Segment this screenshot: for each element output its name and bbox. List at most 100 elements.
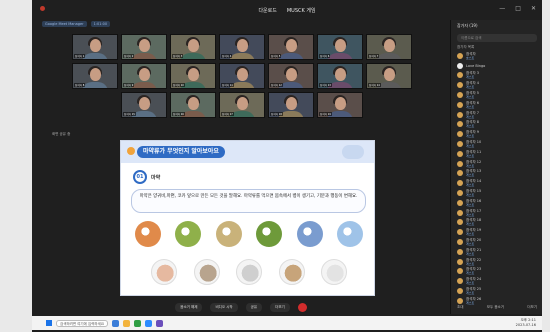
panel-more-button[interactable]: 더보기 bbox=[527, 305, 537, 310]
participant-list-item[interactable]: 참석자 8 게스트 bbox=[457, 120, 539, 130]
browser-icon[interactable] bbox=[134, 319, 141, 327]
participant-tile[interactable]: 참석자 3 bbox=[170, 34, 216, 60]
participant-tile[interactable]: 참석자 13 bbox=[317, 63, 363, 89]
participant-face bbox=[236, 68, 248, 81]
participant-tile[interactable]: 참석자 18 bbox=[268, 92, 314, 118]
windows-start-icon[interactable] bbox=[46, 320, 52, 326]
participant-tile[interactable]: 참석자 16 bbox=[170, 92, 216, 118]
app-icon[interactable] bbox=[112, 319, 119, 327]
participant-body bbox=[278, 53, 304, 59]
participant-face bbox=[89, 39, 101, 52]
participant-tile[interactable]: 참석자 19 bbox=[317, 92, 363, 118]
zoom-window: 다운로드 MUSCK 게임 — □ ✕ Google Meet Manager … bbox=[32, 0, 542, 332]
participant-list: 참석자 호스트 Love Bingo 참석자 3 게스트 참석자 4 게스트 참석자 5 게스트… bbox=[457, 51, 539, 306]
meeting-controls: 음소거 해제 비디오 시작 공유 더보기 bbox=[32, 300, 450, 314]
participant-list-item[interactable]: Love Bingo bbox=[457, 61, 539, 71]
participant-list-item[interactable]: 참석자 5 게스트 bbox=[457, 90, 539, 100]
participant-name: 참석자 9 bbox=[123, 83, 135, 87]
participant-list-item[interactable]: 참석자 25 게스트 bbox=[457, 286, 539, 296]
participant-tile[interactable]: 참석자 7 bbox=[366, 34, 412, 60]
zoom-icon[interactable] bbox=[145, 319, 152, 327]
participant-list-role: 게스트 bbox=[466, 251, 475, 256]
participant-list-item[interactable]: 참석자 17 게스트 bbox=[457, 208, 539, 218]
participant-list-role: 게스트 bbox=[466, 134, 475, 139]
participant-search-input[interactable]: 이름으로 검색 bbox=[457, 34, 537, 42]
participant-face bbox=[236, 39, 248, 52]
cola-icon bbox=[151, 259, 177, 285]
participant-tile[interactable]: 참석자 5 bbox=[268, 34, 314, 60]
video-button[interactable]: 비디오 시작 bbox=[210, 302, 238, 312]
avatar bbox=[457, 229, 463, 236]
participant-list-item[interactable]: 참석자 22 게스트 bbox=[457, 257, 539, 267]
taskbar-search-input[interactable]: 검색하려면 여기에 입력하세요 bbox=[56, 319, 108, 327]
participant-name: 참석자 7 bbox=[368, 54, 380, 58]
minimize-button[interactable]: — bbox=[499, 5, 505, 12]
powder-icon bbox=[215, 221, 242, 247]
participant-tile[interactable]: 참석자 6 bbox=[317, 34, 363, 60]
participant-tile[interactable]: 참석자 14 bbox=[366, 63, 412, 89]
avatar bbox=[457, 131, 463, 138]
share-button[interactable]: 공유 bbox=[245, 302, 263, 312]
participant-list-item[interactable]: 참석자 18 게스트 bbox=[457, 218, 539, 228]
participant-tile[interactable]: 참석자 4 bbox=[219, 34, 265, 60]
mute-all-button[interactable]: 모두 음소거 bbox=[487, 305, 504, 310]
participant-name: 참석자 10 bbox=[172, 83, 185, 87]
participant-list-item[interactable]: 참석자 15 게스트 bbox=[457, 188, 539, 198]
participant-name: 참석자 13 bbox=[319, 83, 332, 87]
participant-tile[interactable]: 참석자 17 bbox=[219, 92, 265, 118]
store-icon[interactable] bbox=[156, 319, 163, 327]
close-button[interactable]: ✕ bbox=[531, 5, 536, 12]
participant-tile[interactable]: 참석자 12 bbox=[268, 63, 314, 89]
avatar bbox=[457, 72, 463, 79]
maximize-button[interactable]: □ bbox=[515, 5, 521, 12]
participant-tile[interactable]: 참석자 8 bbox=[72, 63, 118, 89]
plant-icon bbox=[278, 259, 305, 285]
avatar bbox=[457, 190, 463, 197]
participant-list-item[interactable]: 참석자 13 게스트 bbox=[457, 169, 539, 179]
participant-tile[interactable]: 참석자 11 bbox=[219, 63, 265, 89]
participant-name: 참석자 18 bbox=[270, 112, 283, 116]
clock[interactable]: 오후 2:11 2023-07-16 bbox=[516, 318, 536, 328]
participant-list-item[interactable]: 참석자 21 게스트 bbox=[457, 247, 539, 257]
title-left[interactable]: 다운로드 bbox=[258, 7, 276, 14]
participant-tile[interactable]: 참석자 10 bbox=[170, 63, 216, 89]
participant-list-item[interactable]: 참석자 24 게스트 bbox=[457, 276, 539, 286]
participant-list-item[interactable]: 참석자 4 게스트 bbox=[457, 80, 539, 90]
participant-tile[interactable]: 참석자 15 bbox=[121, 92, 167, 118]
participant-list-role: 게스트 bbox=[466, 202, 475, 207]
avatar bbox=[457, 52, 463, 59]
participant-list-item[interactable]: 참석자 6 게스트 bbox=[457, 100, 539, 110]
more-button[interactable]: 더보기 bbox=[270, 302, 290, 312]
participant-tile[interactable]: 참석자 9 bbox=[121, 63, 167, 89]
participant-list-item[interactable]: 참석자 11 게스트 bbox=[457, 149, 539, 159]
participant-list-item[interactable]: 참석자 16 게스트 bbox=[457, 198, 539, 208]
participant-list-item[interactable]: 참석자 12 게스트 bbox=[457, 159, 539, 169]
end-call-button[interactable] bbox=[297, 302, 307, 312]
mic-button[interactable]: 음소거 해제 bbox=[175, 302, 203, 312]
participant-list-role: 게스트 bbox=[466, 232, 475, 237]
title-right[interactable]: MUSCK 게임 bbox=[287, 7, 316, 14]
share-label: 화면 공유 중 bbox=[52, 132, 71, 136]
participant-list-item[interactable]: 참석자 3 게스트 bbox=[457, 71, 539, 81]
participant-list-item[interactable]: 참석자 7 게스트 bbox=[457, 110, 539, 120]
meeting-label[interactable]: Google Meet Manager bbox=[42, 21, 87, 27]
participant-list-role: 게스트 bbox=[466, 163, 475, 168]
participant-list-item[interactable]: 참석자 10 게스트 bbox=[457, 139, 539, 149]
participant-list-item[interactable]: 참석자 20 게스트 bbox=[457, 237, 539, 247]
avatar bbox=[457, 180, 463, 187]
participant-list-item[interactable]: 참석자 호스트 bbox=[457, 51, 539, 61]
panel-section-label: 참가자 목록 bbox=[457, 45, 475, 49]
invite-button[interactable]: 초대 bbox=[457, 305, 463, 310]
participant-list-item[interactable]: 참석자 14 게스트 bbox=[457, 178, 539, 188]
participant-list-item[interactable]: 참석자 9 게스트 bbox=[457, 129, 539, 139]
participant-list-role: 게스트 bbox=[466, 193, 475, 198]
participant-list-item[interactable]: 참석자 19 게스트 bbox=[457, 227, 539, 237]
participant-tile[interactable]: 참석자 2 bbox=[121, 34, 167, 60]
clock-date: 2023-07-16 bbox=[515, 323, 536, 327]
folder-icon[interactable] bbox=[123, 319, 130, 327]
participant-tile[interactable]: 참석자 1 bbox=[72, 34, 118, 60]
participant-face bbox=[89, 68, 101, 81]
participant-list-item[interactable]: 참석자 23 게스트 bbox=[457, 267, 539, 277]
participant-body bbox=[131, 53, 157, 59]
slide-number: 01 bbox=[133, 170, 147, 184]
